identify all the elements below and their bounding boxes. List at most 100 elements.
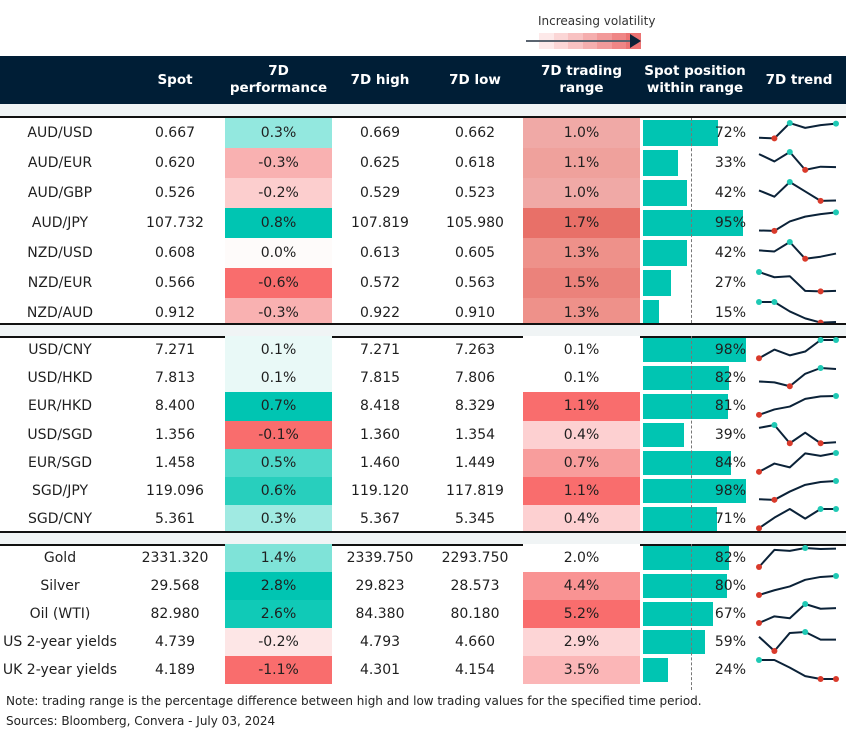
sparkline-line bbox=[758, 339, 836, 360]
sparkline-low-marker bbox=[771, 227, 778, 234]
table-row: AUD/USD 0.667 0.3% 0.669 0.662 1.0% 72% bbox=[0, 118, 846, 148]
sparkline-line bbox=[758, 211, 837, 232]
low-value: 1.449 bbox=[454, 454, 496, 471]
sparkline-line bbox=[758, 451, 837, 473]
position-percent: 39% bbox=[714, 426, 746, 443]
high-value: 7.815 bbox=[359, 370, 401, 387]
position-bar bbox=[643, 150, 678, 176]
performance-cell: -0.2% bbox=[225, 628, 332, 656]
table-row: SGD/JPY 119.096 0.6% 119.120 117.819 1.1% 98% bbox=[0, 477, 846, 506]
position-percent: 84% bbox=[714, 454, 746, 471]
sparkline-line bbox=[758, 367, 837, 388]
position-bar bbox=[643, 120, 719, 146]
table-header: Spot 7D performance 7D high 7D low 7D tr… bbox=[0, 56, 846, 104]
sparkline-high-marker bbox=[771, 299, 778, 305]
sparkline-low-marker bbox=[802, 166, 809, 173]
spot-position: 82% bbox=[643, 544, 750, 572]
position-percent: 67% bbox=[714, 606, 746, 622]
instrument-name: SGD/CNY bbox=[27, 511, 93, 528]
position-percent: 72% bbox=[714, 125, 746, 141]
group-separator bbox=[0, 532, 846, 544]
table-row: USD/SGD 1.356 -0.1% 1.360 1.354 0.4% 39% bbox=[0, 420, 846, 449]
sparkline-svg bbox=[758, 209, 839, 234]
sparkline-svg bbox=[758, 179, 837, 204]
low-value: 0.523 bbox=[454, 185, 496, 201]
low-value: 2293.750 bbox=[441, 550, 509, 566]
spot-value: 2331.320 bbox=[141, 550, 209, 566]
sparkline-high-marker bbox=[817, 337, 824, 343]
performance-cell: 0.3% bbox=[225, 505, 332, 534]
high-value: 4.793 bbox=[359, 634, 401, 650]
position-bar bbox=[643, 240, 688, 266]
trading-range-cell: 1.7% bbox=[523, 208, 640, 238]
sparkline-low-marker bbox=[771, 648, 778, 654]
header-instrument bbox=[0, 56, 120, 104]
spot-position: 82% bbox=[643, 364, 750, 392]
sparkline-low-marker bbox=[833, 676, 839, 682]
sparkline-svg bbox=[756, 601, 837, 626]
sparkline-low-marker bbox=[802, 255, 809, 262]
sparkline-svg bbox=[756, 269, 837, 295]
position-percent: 95% bbox=[714, 215, 746, 231]
sparkline-high-marker bbox=[833, 506, 839, 513]
instrument-name: USD/SGD bbox=[27, 426, 93, 443]
spot-value: 7.271 bbox=[154, 342, 196, 359]
trading-range-cell: 2.0% bbox=[523, 544, 640, 572]
low-value: 4.660 bbox=[454, 634, 496, 650]
sparkline-svg bbox=[758, 421, 837, 446]
performance-cell: 0.1% bbox=[225, 364, 332, 393]
instrument-name: SGD/JPY bbox=[31, 483, 89, 500]
trend-sparkline bbox=[755, 268, 840, 298]
sparkline-high-marker bbox=[756, 299, 762, 305]
sparkline-svg bbox=[756, 449, 839, 475]
sparkline-high-marker bbox=[802, 601, 809, 607]
spot-position: 95% bbox=[643, 208, 750, 238]
instrument-name: AUD/GBP bbox=[27, 185, 93, 201]
trading-range-cell: 5.2% bbox=[523, 600, 640, 628]
sparkline-low-marker bbox=[817, 439, 824, 446]
table-row: NZD/EUR 0.566 -0.6% 0.572 0.563 1.5% 27% bbox=[0, 268, 846, 298]
spot-position: 42% bbox=[643, 178, 750, 208]
sparkline-high-marker bbox=[833, 337, 839, 343]
high-value: 5.367 bbox=[359, 511, 401, 528]
sparkline-line bbox=[758, 241, 837, 260]
sparkline-line bbox=[758, 603, 837, 624]
high-value: 119.120 bbox=[351, 483, 409, 500]
trading-range-cell: 3.5% bbox=[523, 656, 640, 684]
sparkline-line bbox=[758, 423, 837, 444]
instrument-name: NZD/EUR bbox=[27, 275, 93, 291]
instrument-name: EUR/SGD bbox=[27, 454, 93, 471]
high-value: 4.301 bbox=[359, 662, 401, 678]
trend-sparkline bbox=[755, 544, 840, 572]
high-value: 0.669 bbox=[359, 125, 401, 141]
low-value: 80.180 bbox=[450, 606, 500, 622]
spot-value: 5.361 bbox=[154, 511, 196, 528]
low-value: 0.662 bbox=[454, 125, 496, 141]
instrument-name: USD/HKD bbox=[27, 370, 93, 387]
instrument-name: US 2-year yields bbox=[3, 634, 117, 650]
low-value: 117.819 bbox=[446, 483, 504, 500]
spot-value: 82.980 bbox=[150, 606, 200, 622]
high-value: 107.819 bbox=[351, 215, 409, 231]
position-bar bbox=[643, 658, 669, 682]
performance-cell: 0.6% bbox=[225, 477, 332, 506]
performance-cell: 2.6% bbox=[225, 600, 332, 628]
sparkline-svg bbox=[758, 120, 839, 142]
high-value: 84.380 bbox=[355, 606, 405, 622]
trend-sparkline bbox=[755, 477, 840, 505]
spot-value: 1.356 bbox=[154, 426, 196, 443]
high-value: 1.460 bbox=[359, 454, 401, 471]
trading-range-cell: 1.5% bbox=[523, 268, 640, 298]
spot-value: 4.739 bbox=[154, 634, 196, 650]
high-value: 8.418 bbox=[359, 398, 401, 415]
performance-cell: 0.8% bbox=[225, 208, 332, 238]
trading-range-cell: 0.1% bbox=[523, 364, 640, 393]
low-value: 105.980 bbox=[446, 215, 504, 231]
sparkline-high-marker bbox=[833, 393, 839, 400]
instrument-name: AUD/USD bbox=[27, 125, 93, 141]
performance-cell: -0.1% bbox=[225, 420, 332, 449]
instrument-name: Silver bbox=[40, 578, 80, 594]
trend-sparkline bbox=[755, 628, 840, 656]
instrument-name: Gold bbox=[43, 550, 77, 566]
low-value: 0.563 bbox=[454, 275, 496, 291]
